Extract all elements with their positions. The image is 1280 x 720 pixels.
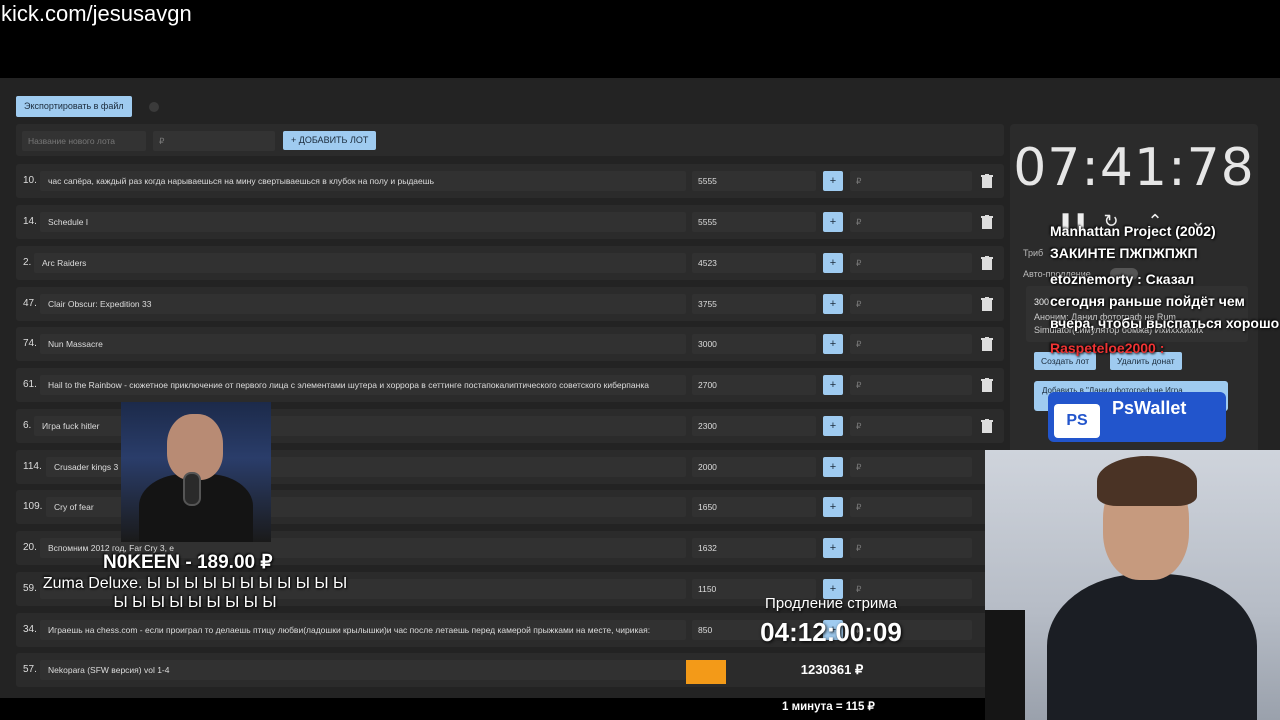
lot-amount[interactable]: 2700 xyxy=(692,375,816,395)
lot-name-input[interactable]: час сапёра, каждый раз когда нарываешься… xyxy=(40,171,686,191)
channel-url: kick.com/jesusavgn xyxy=(1,1,192,26)
stream-extend-timer: 04:12:00:09 xyxy=(760,617,902,647)
lot-name-input[interactable]: Arc Raiders xyxy=(34,253,686,273)
lot-amount[interactable]: 5555 xyxy=(692,212,816,232)
new-lot-amount-input[interactable]: ₽ xyxy=(153,131,275,151)
add-to-lot-button[interactable]: + xyxy=(823,416,843,436)
pswallet-logo: PS xyxy=(1054,404,1100,438)
lot-add-amount-input[interactable]: ₽ xyxy=(850,497,972,517)
lot-number: 34. xyxy=(23,624,37,635)
lot-number: 57. xyxy=(23,664,37,675)
donation-image xyxy=(121,402,271,542)
trash-icon[interactable] xyxy=(981,256,993,270)
lot-row: 10. час сапёра, каждый раз когда нарывае… xyxy=(16,164,1004,198)
lot-row: 74. Nun Massacre 3000 + ₽ xyxy=(16,327,1004,361)
lot-number: 114. xyxy=(23,461,42,472)
chat-line: etoznemorty : Сказал xyxy=(1050,271,1195,287)
lot-number: 20. xyxy=(23,542,37,553)
lot-add-amount-input[interactable]: ₽ xyxy=(850,212,972,232)
lot-add-amount-input[interactable]: ₽ xyxy=(850,334,972,354)
auction-timer: 07:41:78 xyxy=(1013,138,1255,198)
tribute-label: Триб xyxy=(1023,248,1044,258)
lot-amount[interactable]: 1632 xyxy=(692,538,816,558)
trash-icon[interactable] xyxy=(981,337,993,351)
lot-name-input[interactable]: Nekopara (SFW версия) vol 1-4 xyxy=(40,660,686,680)
chat-line: вчера, чтобы выспаться хорошо xyxy=(1050,315,1280,331)
add-lot-button[interactable]: + ДОБАВИТЬ ЛОТ xyxy=(283,131,377,150)
lot-add-amount-input[interactable]: ₽ xyxy=(850,457,972,477)
lot-add-amount-input[interactable]: ₽ xyxy=(850,538,972,558)
add-to-lot-button[interactable]: + xyxy=(823,497,843,517)
mic-arm xyxy=(985,610,1025,720)
chat-line: Raspeteloe2000 : xyxy=(1050,340,1165,356)
lot-number: 59. xyxy=(23,583,37,594)
lot-amount[interactable]: 3755 xyxy=(692,294,816,314)
donation-amount: 300 xyxy=(1034,297,1050,307)
lot-name-input[interactable]: Clair Obscur: Expedition 33 xyxy=(40,294,686,314)
lot-row: 47. Clair Obscur: Expedition 33 3755 + ₽ xyxy=(16,287,1004,321)
lot-row: 61. Hail to the Rainbow - сюжетное прикл… xyxy=(16,368,1004,402)
lot-add-amount-input[interactable]: ₽ xyxy=(850,294,972,314)
lot-amount[interactable]: 3000 xyxy=(692,334,816,354)
donation-image-head xyxy=(167,414,223,480)
trash-icon[interactable] xyxy=(981,215,993,229)
export-button[interactable]: Экспортировать в файл xyxy=(16,96,132,117)
add-to-lot-button[interactable]: + xyxy=(823,375,843,395)
chat-line: Manhattan Project (2002) xyxy=(1050,223,1216,239)
lot-amount[interactable]: 2000 xyxy=(692,457,816,477)
webcam-feed xyxy=(985,450,1280,720)
lot-row: 2. Arc Raiders 4523 + ₽ xyxy=(16,246,1004,280)
lot-number: 47. xyxy=(23,298,37,309)
lot-add-amount-input[interactable]: ₽ xyxy=(850,171,972,191)
lot-add-amount-input[interactable]: ₽ xyxy=(850,375,972,395)
lot-number: 10. xyxy=(23,175,37,186)
lot-amount[interactable]: 1650 xyxy=(692,497,816,517)
donation-donor: N0KEEN - 189.00 ₽ xyxy=(103,552,273,573)
add-to-lot-button[interactable]: + xyxy=(823,294,843,314)
lot-amount[interactable]: 4523 xyxy=(692,253,816,273)
lot-amount[interactable]: 2300 xyxy=(692,416,816,436)
add-to-lot-button[interactable]: + xyxy=(823,538,843,558)
add-to-lot-button[interactable]: + xyxy=(823,457,843,477)
trash-icon[interactable] xyxy=(981,297,993,311)
pswallet-label: PsWallet xyxy=(1112,398,1187,418)
status-dot xyxy=(149,102,159,112)
trash-icon[interactable] xyxy=(981,419,993,433)
lot-number: 74. xyxy=(23,338,37,349)
lot-amount[interactable]: 5555 xyxy=(692,171,816,191)
lot-name-input[interactable]: Nun Massacre xyxy=(40,334,686,354)
lot-add-amount-input[interactable]: ₽ xyxy=(850,253,972,273)
webcam-person-body xyxy=(1047,574,1257,720)
lot-name-input[interactable]: Hail to the Rainbow - сюжетное приключен… xyxy=(40,375,686,395)
lot-number: 61. xyxy=(23,379,37,390)
total-amount: 1230361 ₽ xyxy=(800,662,864,677)
lot-name-input[interactable]: Играешь на chess.com - если проиграл то … xyxy=(40,620,686,640)
pswallet-banner: PS PsWallet xyxy=(1048,392,1226,442)
lot-number: 2. xyxy=(23,257,32,268)
stream-extend-label: Продление стрима xyxy=(765,595,897,612)
webcam-person-hair xyxy=(1097,456,1197,506)
add-to-lot-button[interactable]: + xyxy=(823,171,843,191)
lot-number: 109. xyxy=(23,501,43,512)
trash-icon[interactable] xyxy=(981,378,993,392)
trash-icon[interactable] xyxy=(981,174,993,188)
chat-line: ЗАКИНТЕ ПЖПЖПЖП xyxy=(1050,245,1198,261)
lot-number: 6. xyxy=(23,420,32,431)
lot-add-amount-input[interactable]: ₽ xyxy=(850,416,972,436)
add-to-lot-button[interactable]: + xyxy=(823,253,843,273)
microphone-icon xyxy=(183,472,201,506)
progress-bar-fill xyxy=(686,660,726,684)
lot-row: 14. Schedule I 5555 + ₽ xyxy=(16,205,1004,239)
minute-rate: 1 минута = 115 ₽ xyxy=(782,701,875,713)
new-lot-name-input[interactable]: Название нового лота xyxy=(22,131,146,151)
add-to-lot-button[interactable]: + xyxy=(823,212,843,232)
lot-name-input[interactable]: Schedule I xyxy=(40,212,686,232)
add-to-lot-button[interactable]: + xyxy=(823,334,843,354)
chat-line: сегодня раньше пойдёт чем xyxy=(1050,293,1245,309)
donation-message: Zuma Deluxe. Ы Ы Ы Ы Ы Ы Ы Ы Ы Ы Ы Ы Ы Ы… xyxy=(42,575,348,611)
lot-number: 14. xyxy=(23,216,37,227)
